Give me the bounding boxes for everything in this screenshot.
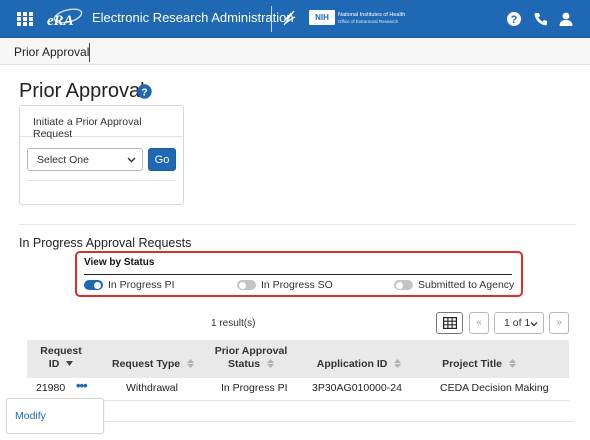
toggle-in-progress-so[interactable] — [237, 280, 256, 290]
row-actions-menu[interactable]: ••• — [76, 378, 88, 393]
svg-text:?: ? — [141, 86, 147, 98]
grid-menu-icon[interactable] — [17, 12, 33, 26]
nih-office: Office of Extramural Research — [338, 19, 399, 24]
sort-icon — [508, 359, 516, 368]
toggle-label-in-progress-pi: In Progress PI — [108, 279, 175, 291]
row-divider — [27, 400, 569, 401]
panel-title: Initiate a Prior Approval Request — [33, 116, 142, 140]
col-header-line2: Application ID — [316, 358, 388, 370]
col-header-application-id[interactable]: Application ID — [305, 358, 413, 371]
page-select-value: 1 of 1 — [504, 317, 531, 329]
user-icon[interactable] — [558, 11, 574, 27]
chevron-down-icon — [127, 157, 136, 163]
view-by-status-rule — [84, 274, 512, 275]
col-header-line2: Request Type — [112, 358, 181, 370]
section-divider — [19, 224, 576, 225]
page-title: Prior Approval — [19, 80, 145, 102]
section-title: In Progress Approval Requests — [19, 236, 192, 250]
col-header-line2: ID — [48, 358, 60, 370]
request-type-select[interactable]: Select One — [27, 148, 143, 171]
col-header-request-id[interactable]: Request ID — [38, 345, 84, 371]
sort-icon — [187, 359, 194, 368]
col-header-status[interactable]: Prior Approval Status — [206, 345, 296, 371]
page-select[interactable]: 1 of 1 — [494, 312, 544, 334]
modify-link[interactable]: Modify — [15, 410, 46, 422]
svg-text:?: ? — [511, 14, 518, 26]
tab-prior-approval[interactable]: Prior Approval — [14, 45, 89, 59]
go-button[interactable]: Go — [148, 148, 176, 171]
panel-divider — [27, 180, 176, 181]
hhs-eagle-icon — [283, 10, 296, 26]
results-count: 1 result(s) — [211, 318, 256, 329]
era-logo[interactable]: eRA — [44, 5, 84, 31]
col-header-line2: Status — [227, 358, 261, 370]
toggle-label-submitted-to-agency: Submitted to Agency — [418, 279, 515, 291]
column-toggle-button[interactable] — [436, 312, 463, 334]
table-icon — [443, 317, 457, 329]
sort-desc-icon — [66, 361, 74, 366]
sort-icon — [267, 359, 274, 368]
tab-separator — [89, 43, 90, 62]
toggle-in-progress-pi[interactable] — [84, 280, 103, 290]
cell-application-id: 3P30AG010000-24 — [312, 382, 402, 394]
sort-icon — [394, 359, 402, 368]
header-divider — [271, 6, 272, 32]
nih-badge[interactable]: NIH — [309, 10, 335, 25]
col-header-line1: Prior Approval — [214, 345, 288, 357]
col-header-line1: Request — [40, 345, 82, 357]
col-header-line2: Project Title — [442, 358, 502, 370]
panel-header: Initiate a Prior Approval Request — [20, 106, 183, 140]
col-header-project-title[interactable]: Project Title — [425, 358, 533, 371]
cell-request-type: Withdrawal — [126, 382, 178, 394]
cell-request-id: 21980 — [36, 382, 66, 394]
app-title: Electronic Research Administration — [92, 10, 294, 25]
col-header-request-type[interactable]: Request Type — [103, 358, 203, 371]
table-bottom-divider — [104, 421, 574, 422]
cell-project-title: CEDA Decision Making — [440, 382, 549, 394]
cell-status: In Progress PI — [221, 382, 288, 394]
help-circle-icon[interactable]: ? — [137, 84, 152, 99]
toggle-submitted-to-agency[interactable] — [394, 280, 413, 290]
next-page-button[interactable]: » — [549, 312, 569, 334]
prev-page-button[interactable]: « — [469, 312, 489, 334]
phone-icon[interactable] — [533, 11, 549, 27]
select-value: Select One — [37, 154, 89, 166]
era-logo-text: eRA — [47, 13, 74, 29]
chevron-down-icon — [530, 322, 538, 327]
toggle-label-in-progress-so: In Progress SO — [261, 279, 333, 291]
view-by-status-title: View by Status — [84, 257, 155, 268]
help-icon[interactable]: ? — [506, 11, 522, 27]
nih-name: National Institutes of Health — [338, 12, 406, 18]
